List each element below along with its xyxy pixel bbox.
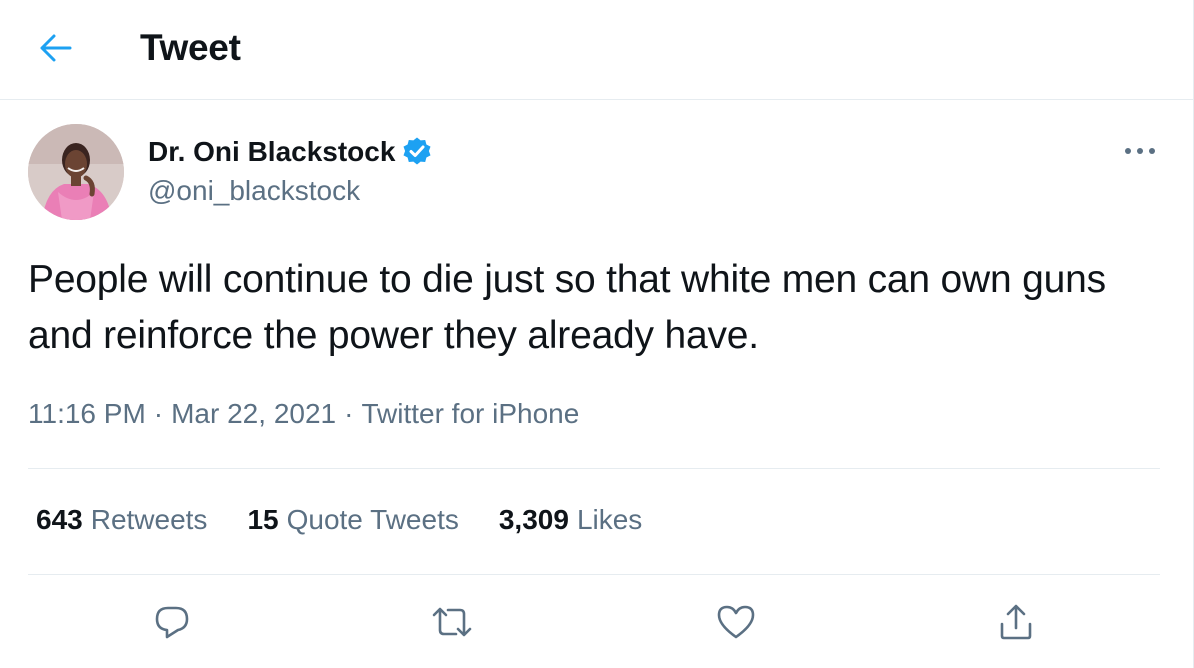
retweets-stat[interactable]: 643 Retweets [36, 504, 207, 536]
profile-photo [28, 124, 124, 220]
share-button[interactable] [992, 598, 1040, 646]
display-name[interactable]: Dr. Oni Blackstock [148, 136, 395, 168]
likes-count: 3,309 [498, 504, 569, 535]
tweet-page: Tweet Dr. Oni Blackstock @oni_blackstock [0, 0, 1194, 668]
tweet-meta: 11:16 PM · Mar 22, 2021 · Twitter for iP… [28, 398, 579, 430]
tweet-text: People will continue to die just so that… [28, 258, 1106, 357]
meta-separator: · [153, 398, 164, 429]
retweet-button[interactable] [428, 598, 476, 646]
quote-tweets-stat[interactable]: 15 Quote Tweets [247, 504, 458, 536]
tweet-actions-bar [0, 598, 1193, 646]
tweet-stats: 643 Retweets 15 Quote Tweets 3,309 Likes [36, 504, 682, 536]
meta-separator: · [344, 398, 354, 429]
retweets-label: Retweets [90, 504, 208, 535]
avatar[interactable] [28, 124, 124, 220]
more-options-button[interactable] [1120, 134, 1160, 168]
verified-badge-icon [401, 136, 433, 168]
more-icon [1125, 148, 1155, 154]
reply-button[interactable] [148, 598, 196, 646]
back-button[interactable] [30, 24, 82, 72]
retweets-count: 643 [36, 504, 83, 535]
reply-icon [155, 606, 189, 639]
divider [28, 574, 1160, 575]
divider [28, 468, 1160, 469]
arrow-left-icon [40, 34, 72, 62]
like-button[interactable] [712, 598, 760, 646]
share-icon [1000, 604, 1032, 640]
page-title: Tweet [140, 27, 241, 68]
likes-stat[interactable]: 3,309 Likes [499, 504, 642, 536]
author-name-row[interactable]: Dr. Oni Blackstock [148, 134, 433, 170]
quote-tweets-count: 15 [247, 504, 279, 535]
tweet-date[interactable]: Mar 22, 2021 [171, 398, 336, 430]
likes-label: Likes [576, 504, 643, 535]
tweet-source[interactable]: Twitter for iPhone [361, 398, 579, 430]
author-handle[interactable]: @oni_blackstock [148, 175, 360, 207]
page-header: Tweet [0, 0, 1193, 100]
tweet-time[interactable]: 11:16 PM [28, 398, 146, 430]
quote-tweets-label: Quote Tweets [286, 504, 459, 535]
retweet-icon [432, 607, 472, 637]
heart-icon [717, 605, 755, 639]
